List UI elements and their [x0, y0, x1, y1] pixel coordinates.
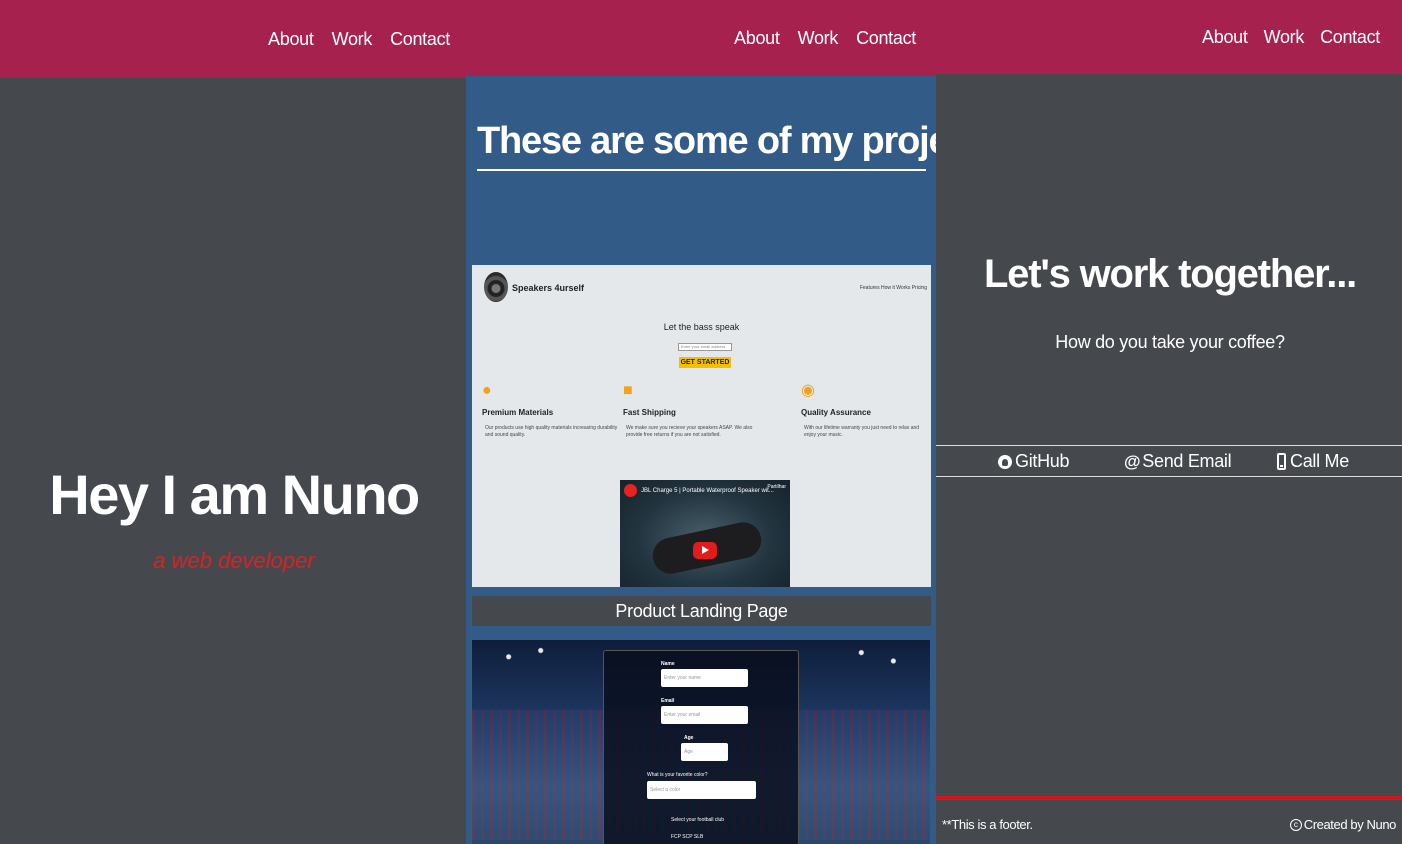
feature-title: Quality Assurance — [801, 408, 871, 417]
nav-work-link[interactable]: Work — [798, 28, 839, 49]
nav-work-link[interactable]: Work — [1264, 27, 1305, 48]
github-link[interactable]: GitHub — [998, 451, 1070, 472]
nav-contact-link[interactable]: Contact — [1320, 27, 1380, 48]
phone-icon — [1277, 453, 1286, 470]
call-me-link[interactable]: Call Me — [1277, 451, 1349, 472]
projects-heading: These are some of my projects — [477, 120, 936, 171]
contact-section: About Work Contact Let's work together..… — [936, 0, 1402, 844]
footer-divider — [936, 796, 1402, 800]
video-embed: JBL Charge 5 | Portable Waterproof Speak… — [620, 480, 790, 587]
contact-title: Let's work together... — [983, 252, 1357, 296]
github-label: GitHub — [1015, 451, 1070, 471]
navbar: About Work Contact — [936, 0, 1402, 74]
github-icon — [998, 454, 1012, 469]
projects-section: About Work Contact These are some of my … — [466, 0, 936, 844]
feature-desc: Our products use high quality materials … — [485, 425, 618, 438]
call-me-label: Call Me — [1290, 451, 1349, 471]
email-input: Enter your email — [661, 706, 748, 724]
club-label: Select your football club — [671, 817, 725, 823]
landing-headline: Let the bass speak — [663, 322, 740, 332]
nav-contact-link[interactable]: Contact — [856, 28, 916, 49]
name-label: Name — [661, 661, 675, 667]
feature-desc: We make sure you recieve your speakers A… — [626, 425, 753, 438]
footer-credit-text: Created by Nuno — [1303, 817, 1397, 832]
age-label: Age — [684, 735, 694, 741]
nav-about-link[interactable]: About — [734, 28, 780, 49]
welcome-title: Hey I am Nuno — [49, 463, 420, 526]
feature-desc: With our lifetime warranty you just need… — [804, 425, 920, 438]
name-input: Enter your name — [661, 669, 748, 687]
video-title: JBL Charge 5 | Portable Waterproof Speak… — [624, 484, 786, 497]
email-label: Email — [661, 698, 675, 704]
footer-credit: c Created by Nuno — [1289, 817, 1397, 832]
landing-nav: Features How it Works Pricing — [859, 285, 927, 291]
navbar: About Work Contact — [0, 0, 466, 78]
club-options: FCP SCP SLB — [671, 834, 704, 840]
landing-email-input: Enter your email address — [678, 343, 732, 351]
fire-icon: ● — [482, 382, 492, 399]
landing-brand: Speakers 4urself — [512, 283, 585, 293]
welcome-section: About Work Contact Hey I am Nuno a web d… — [0, 0, 466, 844]
survey-form-preview: Name Enter your name Email Enter your em… — [603, 650, 799, 844]
feature-shipping: ■ Fast Shipping We make sure you recieve… — [623, 380, 763, 439]
contact-links: GitHub @ Send Email Call Me — [936, 445, 1402, 477]
award-icon: ◉ — [801, 382, 815, 399]
play-icon — [693, 542, 717, 559]
send-email-label: Send Email — [1142, 451, 1232, 471]
video-title-text: JBL Charge 5 | Portable Waterproof Speak… — [641, 488, 774, 495]
copyright-icon: c — [1289, 818, 1302, 831]
color-label: What is your favorite color? — [647, 772, 708, 778]
project-tile-survey-form[interactable]: Name Enter your name Email Enter your em… — [472, 640, 930, 844]
color-select: Select a color — [647, 781, 756, 799]
share-button: Partilhar — [767, 484, 786, 490]
feature-title: Premium Materials — [482, 408, 554, 417]
nav-work-link[interactable]: Work — [332, 29, 373, 50]
project-tile-landing-page[interactable]: Speakers 4urself Features How it Works P… — [472, 265, 931, 587]
nav-about-link[interactable]: About — [268, 29, 314, 50]
at-icon: @ — [1124, 451, 1141, 471]
footer-note: **This is a footer. — [942, 817, 1033, 832]
truck-icon: ■ — [623, 382, 633, 399]
feature-premium: ● Premium Materials Our products use hig… — [482, 380, 622, 439]
feature-title: Fast Shipping — [623, 408, 676, 417]
feature-quality: ◉ Quality Assurance With our lifetime wa… — [801, 380, 926, 439]
landing-cta-button: GET STARTED — [679, 357, 731, 368]
age-input: Age — [681, 743, 728, 761]
project-caption[interactable]: Product Landing Page — [472, 596, 931, 626]
navbar: About Work Contact — [466, 0, 936, 76]
nav-about-link[interactable]: About — [1202, 27, 1248, 48]
contact-subtitle: How do you take your coffee? — [1055, 332, 1285, 352]
welcome-subtitle: a web developer — [153, 548, 315, 573]
speaker-logo-icon — [484, 272, 508, 302]
send-email-link[interactable]: @ Send Email — [1124, 451, 1232, 472]
nav-contact-link[interactable]: Contact — [390, 29, 450, 50]
